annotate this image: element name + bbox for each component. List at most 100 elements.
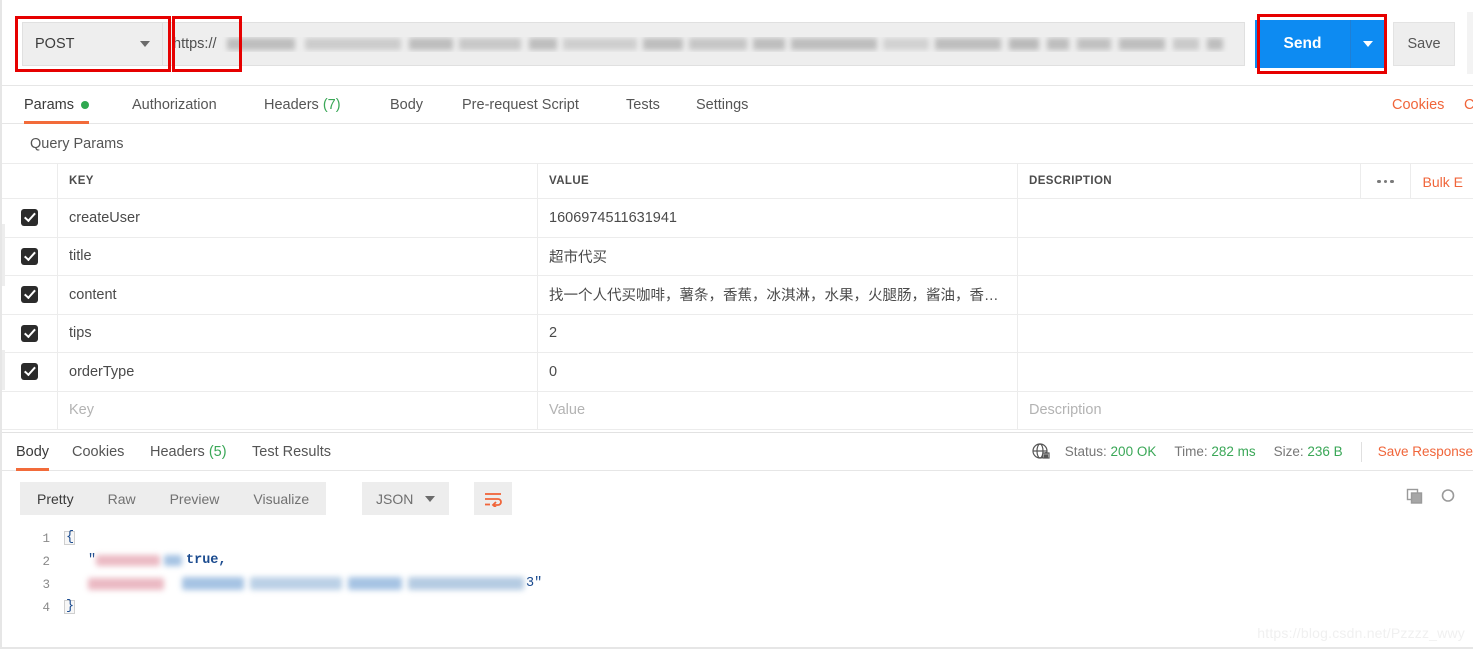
send-button[interactable]: Send <box>1255 20 1351 68</box>
response-tab-test-results[interactable]: Test Results <box>252 433 331 471</box>
tab-headers-label: Headers <box>264 97 319 113</box>
table-header-row: KEY VALUE DESCRIPTION Bulk E <box>2 164 1473 199</box>
word-wrap-toggle[interactable] <box>474 482 512 515</box>
more-options-icon[interactable] <box>1360 164 1410 199</box>
redacted-value <box>182 577 244 590</box>
table-row[interactable]: orderType 0 <box>2 353 1473 392</box>
http-method-label: POST <box>35 36 75 52</box>
bulk-edit-link[interactable]: Bulk E <box>1409 164 1473 199</box>
table-row[interactable]: createUser 1606974511631941 <box>2 199 1473 238</box>
response-tab-body[interactable]: Body <box>16 433 50 471</box>
row-checkbox[interactable] <box>21 324 38 342</box>
redacted-value <box>348 577 402 590</box>
code-token-brace: } <box>66 599 75 614</box>
chevron-down-icon <box>1363 41 1373 47</box>
view-mode-raw[interactable]: Raw <box>91 482 153 515</box>
param-description[interactable] <box>1018 353 1029 391</box>
code-token-value: true, <box>186 553 227 568</box>
time-value: 282 ms <box>1211 444 1256 459</box>
code-token-value-tail: 3" <box>526 576 543 591</box>
tab-params-label: Params <box>24 97 74 113</box>
response-format-dropdown[interactable]: JSON <box>362 482 450 515</box>
watermark: https://blog.csdn.net/Pzzzz_wwy <box>1257 625 1465 641</box>
search-icon[interactable] <box>1439 488 1455 511</box>
code-link[interactable]: C <box>1464 86 1473 124</box>
tab-body[interactable]: Body <box>390 86 423 124</box>
table-row[interactable]: tips 2 <box>2 314 1473 353</box>
http-method-dropdown[interactable]: POST <box>22 22 162 66</box>
table-row[interactable]: title 超市代买 <box>2 237 1473 276</box>
param-key[interactable]: tips <box>58 315 537 353</box>
time-label-text: Time: <box>1174 444 1208 459</box>
row-checkbox[interactable] <box>21 286 38 304</box>
param-key[interactable]: content <box>58 276 537 314</box>
table-row[interactable]: content 找一个人代买咖啡，薯条，香蕉，冰淇淋，水果，火腿肠，酱油，香… <box>2 276 1473 315</box>
param-key[interactable]: createUser <box>58 199 537 237</box>
redacted-key <box>88 578 164 590</box>
query-params-table: KEY VALUE DESCRIPTION Bulk E createUser … <box>2 164 1473 430</box>
tab-headers[interactable]: Headers (7) <box>264 86 341 124</box>
view-mode-visualize[interactable]: Visualize <box>236 482 326 515</box>
new-param-key-input[interactable]: Key <box>58 392 537 430</box>
copy-icon[interactable] <box>1405 487 1425 512</box>
tab-tests-label: Tests <box>626 97 660 113</box>
param-value[interactable]: 找一个人代买咖啡，薯条，香蕉，冰淇淋，水果，火腿肠，酱油，香… <box>538 276 1017 314</box>
code-line: 4 } <box>2 596 1473 619</box>
response-body-viewer[interactable]: 1 { 2 " true, 3 3" 4} <box>2 527 1473 649</box>
tab-tests[interactable]: Tests <box>626 86 660 124</box>
row-checkbox[interactable] <box>21 363 38 381</box>
table-header-actions: Bulk E <box>1360 164 1473 199</box>
request-url-input[interactable]: https:// <box>162 22 1245 66</box>
param-description[interactable] <box>1018 238 1029 276</box>
send-options-dropdown[interactable] <box>1351 20 1385 68</box>
save-response-link[interactable]: Save Response <box>1378 444 1473 459</box>
response-tab-headers-count: (5) <box>208 444 227 460</box>
view-mode-preview[interactable]: Preview <box>153 482 237 515</box>
column-header-description: DESCRIPTION <box>1029 175 1112 187</box>
row-checkbox[interactable] <box>21 247 38 265</box>
new-param-description-input[interactable]: Description <box>1018 392 1102 430</box>
response-tab-body-label: Body <box>16 444 50 460</box>
globe-lock-icon[interactable] <box>1031 442 1051 462</box>
param-value[interactable]: 1606974511631941 <box>538 199 1017 237</box>
tab-params[interactable]: Params <box>24 86 89 124</box>
size-label: Size: 236 B <box>1274 444 1343 459</box>
query-params-section-label: Query Params <box>2 124 1473 164</box>
param-key[interactable]: orderType <box>58 353 537 391</box>
param-description[interactable] <box>1018 315 1029 353</box>
code-line-content: } <box>64 596 1473 619</box>
time-label: Time: 282 ms <box>1174 444 1255 459</box>
view-mode-pretty[interactable]: Pretty <box>20 482 91 515</box>
param-value[interactable]: 超市代买 <box>538 238 1017 276</box>
param-value[interactable]: 2 <box>538 315 1017 353</box>
table-row-empty[interactable]: Key Value Description <box>2 391 1473 430</box>
status-label: Status: 200 OK <box>1065 444 1157 459</box>
tab-headers-count: (7) <box>322 97 341 113</box>
param-key[interactable]: title <box>58 238 537 276</box>
response-tab-test-results-label: Test Results <box>252 444 331 460</box>
new-param-value-input[interactable]: Value <box>538 392 1017 430</box>
response-tab-cookies[interactable]: Cookies <box>72 433 124 471</box>
response-actions <box>1405 487 1455 512</box>
url-redacted-content <box>219 37 1234 52</box>
param-value[interactable]: 0 <box>538 353 1017 391</box>
size-value: 236 B <box>1307 444 1343 459</box>
save-button[interactable]: Save <box>1393 22 1455 66</box>
header-checkbox-cell <box>2 164 58 198</box>
save-options-strip[interactable] <box>1467 12 1473 74</box>
cookies-link[interactable]: Cookies <box>1392 86 1444 124</box>
tab-pre-request-script[interactable]: Pre-request Script <box>462 86 579 124</box>
request-url-bar: POST https:// Send Save <box>2 0 1473 86</box>
size-label-text: Size: <box>1273 444 1304 459</box>
code-line-content: 3" <box>64 573 1473 596</box>
response-meta-bar: Status: 200 OK Time: 282 ms Size: 236 B … <box>1031 432 1473 471</box>
tab-authorization[interactable]: Authorization <box>132 86 217 124</box>
code-line: 2 " true, <box>2 550 1473 573</box>
response-tab-headers[interactable]: Headers (5) <box>150 433 227 471</box>
tab-settings-label: Settings <box>696 97 749 113</box>
tab-settings[interactable]: Settings <box>696 86 748 124</box>
response-tab-cookies-label: Cookies <box>72 444 125 460</box>
param-description[interactable] <box>1018 199 1029 237</box>
param-description[interactable] <box>1018 276 1029 314</box>
row-checkbox[interactable] <box>21 209 38 227</box>
